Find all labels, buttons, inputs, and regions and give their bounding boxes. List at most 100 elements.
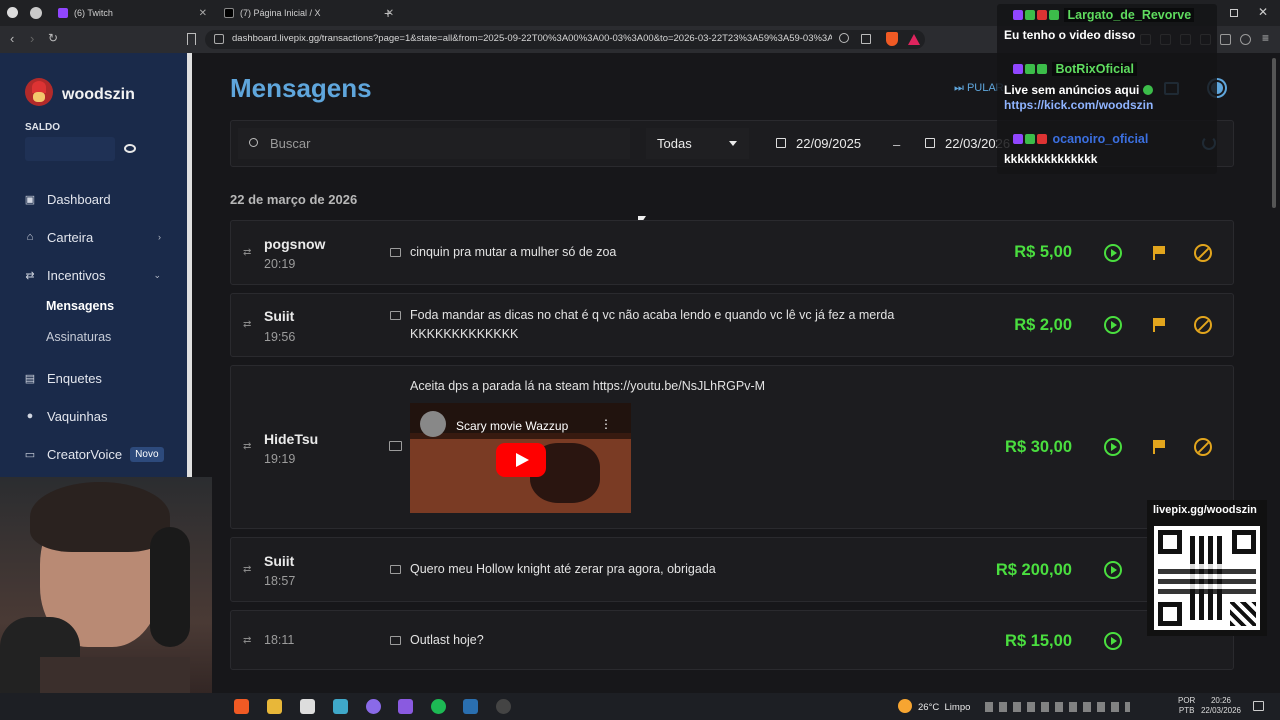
weather-text[interactable]: 26°C Limpo [918,702,970,713]
caret-down-icon [729,141,737,146]
sidebar-item-mensagens[interactable]: Mensagens [46,299,114,313]
sidebar-item-carteira[interactable]: ⌂ Carteira › [0,222,187,252]
youtube-play-icon[interactable] [496,443,546,477]
block-button[interactable] [1194,438,1212,456]
report-flag-icon[interactable] [1153,440,1165,454]
sidebar-item-vaquinhas[interactable]: ● Vaquinhas [0,401,187,431]
twitch-tab-icon-active[interactable] [30,7,42,19]
skip-icon: ⏭ [954,82,964,94]
url-text: dashboard.livepix.gg/transactions?page=1… [232,33,832,44]
balance-value-hidden [25,137,115,161]
brave-rewards-icon[interactable] [908,34,920,45]
message-text: Foda mandar as dicas no chat é q vc não … [410,308,895,322]
youtube-embed[interactable]: Scary movie Wazzup ⋮ [410,403,631,513]
message-card [230,293,1234,357]
qr-code [1154,526,1260,630]
message-icon [390,248,401,257]
leo-icon[interactable] [1220,34,1231,45]
sidebar-item-assinaturas[interactable]: Assinaturas [46,330,111,344]
message-icon [390,636,401,645]
app-icon[interactable] [300,699,315,714]
brave-shield-icon[interactable] [886,32,898,46]
check-badge-icon [1025,134,1035,144]
replay-button[interactable] [1104,561,1122,579]
chat-username: ocanoiro_oficial [1013,132,1148,146]
sidebar-item-creatorvoice[interactable]: ▭ CreatorVoice Novo [0,439,187,469]
sidebar-item-enquetes[interactable]: ▤ Enquetes [0,363,187,393]
clock[interactable]: 20:26 22/03/2026 [1200,696,1242,716]
block-button[interactable] [1194,244,1212,262]
state-filter-select[interactable]: Todas [646,128,749,159]
message-time: 19:56 [264,330,296,344]
vpn-icon[interactable] [1240,34,1251,45]
piggy-icon: ● [26,410,34,422]
menu-icon[interactable]: ≡ [1262,31,1269,45]
sidebar-item-incentivos[interactable]: ⇄ Incentivos ⌄ [0,260,187,290]
message-time: 19:19 [264,452,296,466]
tab-twitch[interactable]: (6) Twitch ✕ [50,3,215,23]
steam-app-icon[interactable] [463,699,478,714]
forward-icon[interactable]: › [30,31,34,46]
spotify-app-icon[interactable] [431,699,446,714]
calendar-icon [776,138,786,148]
block-button[interactable] [1194,316,1212,334]
page-scrollbar[interactable] [1272,58,1276,208]
replay-button[interactable] [1104,244,1122,262]
tray-icons[interactable] [985,702,1130,712]
chevron-right-icon: › [158,232,161,242]
message-card [230,220,1234,285]
search-input[interactable] [238,128,630,159]
restore-icon[interactable] [1230,9,1238,17]
sender-name: Suiit [264,553,295,569]
more-vert-icon[interactable]: ⋮ [600,417,612,431]
message-text: Aceita dps a parada lá na steam https://… [410,379,766,393]
close-icon[interactable]: ✕ [199,8,207,19]
app-icon[interactable] [333,699,348,714]
chat-message: Live sem anúncios aqui [1004,83,1153,97]
window-close-icon[interactable]: ✕ [1258,5,1268,19]
transfer-icon: ⇄ [243,564,252,575]
green-dot-icon [1142,85,1153,95]
transfer-icon: ⇄ [243,441,252,452]
replay-button[interactable] [1104,438,1122,456]
obs-app-icon[interactable] [496,699,511,714]
report-flag-icon[interactable] [1153,246,1165,260]
toggle-balance-visibility-icon[interactable] [124,144,136,153]
bookmark-icon[interactable] [187,33,196,45]
avatar[interactable] [25,78,53,106]
site-settings-icon[interactable] [214,34,224,44]
date-from-field[interactable]: 22/09/2025 [766,128,886,159]
message-card [230,610,1234,670]
app-icon[interactable] [398,699,413,714]
date-separator: – [893,137,901,152]
new-badge: Novo [130,446,164,462]
brave-menu-icon[interactable] [7,7,18,18]
message-time: 18:57 [264,574,296,588]
x-logo-icon [224,8,234,18]
sidebar-item-dashboard[interactable]: ▣ Dashboard [0,184,187,214]
back-icon[interactable]: ‹ [10,31,14,46]
chat-link[interactable]: https://kick.com/woodszin [1004,98,1153,112]
date-heading: 22 de março de 2026 [230,192,358,207]
chevron-down-icon: ⌄ [153,269,161,280]
search-icon [249,138,258,147]
message-icon [390,565,401,574]
discord-app-icon[interactable] [366,699,381,714]
poll-icon: ▤ [24,372,36,385]
share-icon[interactable] [861,34,871,44]
message-amount: R$ 2,00 [1014,316,1072,334]
new-tab-button[interactable]: + [384,5,392,21]
check-badge-icon [1025,10,1035,20]
brave-app-icon[interactable] [234,699,249,714]
balance-label: SALDO [25,122,60,133]
notification-icon[interactable] [1253,701,1264,711]
replay-button[interactable] [1104,316,1122,334]
message-icon [390,311,401,320]
reload-icon[interactable]: ↻ [48,31,58,45]
zoom-icon[interactable] [839,33,849,43]
report-flag-icon[interactable] [1153,318,1165,332]
tab-x[interactable]: (7) Página Inicial / X ✕ [216,3,402,23]
language-indicator[interactable]: POR PTB [1178,696,1195,716]
file-explorer-icon[interactable] [267,699,282,714]
replay-button[interactable] [1104,632,1122,650]
